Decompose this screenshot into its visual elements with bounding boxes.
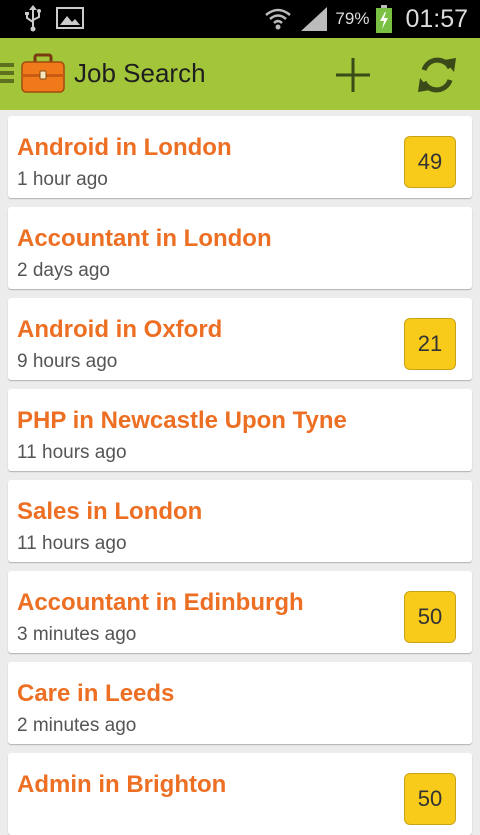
list-item[interactable]: Sales in London 11 hours ago [8,480,472,562]
job-search-title: Accountant in London [17,225,272,252]
list-item[interactable]: Accountant in Edinburgh 3 minutes ago 50 [8,571,472,653]
job-search-time: 11 hours ago [17,533,127,554]
job-search-title: Admin in Brighton [17,771,227,798]
list-item[interactable]: Android in London 1 hour ago 49 [8,116,472,198]
results-count-badge: 21 [404,318,456,370]
refresh-icon[interactable] [414,52,460,98]
image-icon [56,7,84,29]
usb-icon [25,5,41,32]
list-item[interactable]: Care in Leeds 2 minutes ago [8,662,472,744]
job-search-time: 2 days ago [17,260,110,281]
status-bar: 79% 01:57 [0,0,480,38]
job-search-title: Android in London [17,134,232,161]
job-search-time: 11 hours ago [17,442,127,463]
battery-charging-icon [376,5,393,33]
job-search-time: 9 hours ago [17,351,118,372]
battery-percent: 79% [335,9,370,28]
results-count-badge: 50 [404,591,456,643]
action-bar: Job Search [0,38,480,110]
wifi-icon [265,8,292,30]
job-search-time: 3 minutes ago [17,624,137,645]
list-item[interactable]: Accountant in London 2 days ago [8,207,472,289]
job-search-time: 2 minutes ago [17,715,137,736]
clock: 01:57 [405,4,468,33]
job-search-time: 1 hour ago [17,169,108,190]
results-count-badge: 50 [404,773,456,825]
briefcase-icon[interactable] [20,50,66,96]
list-item[interactable]: PHP in Newcastle Upon Tyne 11 hours ago [8,389,472,471]
list-item[interactable]: Android in Oxford 9 hours ago 21 [8,298,472,380]
drawer-indicator-icon[interactable] [0,63,14,85]
job-search-title: Accountant in Edinburgh [17,589,304,616]
signal-icon [301,7,328,31]
results-count-badge: 49 [404,136,456,188]
add-icon[interactable] [330,52,376,98]
job-search-title: Care in Leeds [17,680,175,707]
job-search-title: PHP in Newcastle Upon Tyne [17,407,347,434]
app-title: Job Search [74,58,206,88]
list-item[interactable]: Admin in Brighton 50 [8,753,472,835]
job-search-title: Sales in London [17,498,203,525]
job-search-title: Android in Oxford [17,316,223,343]
